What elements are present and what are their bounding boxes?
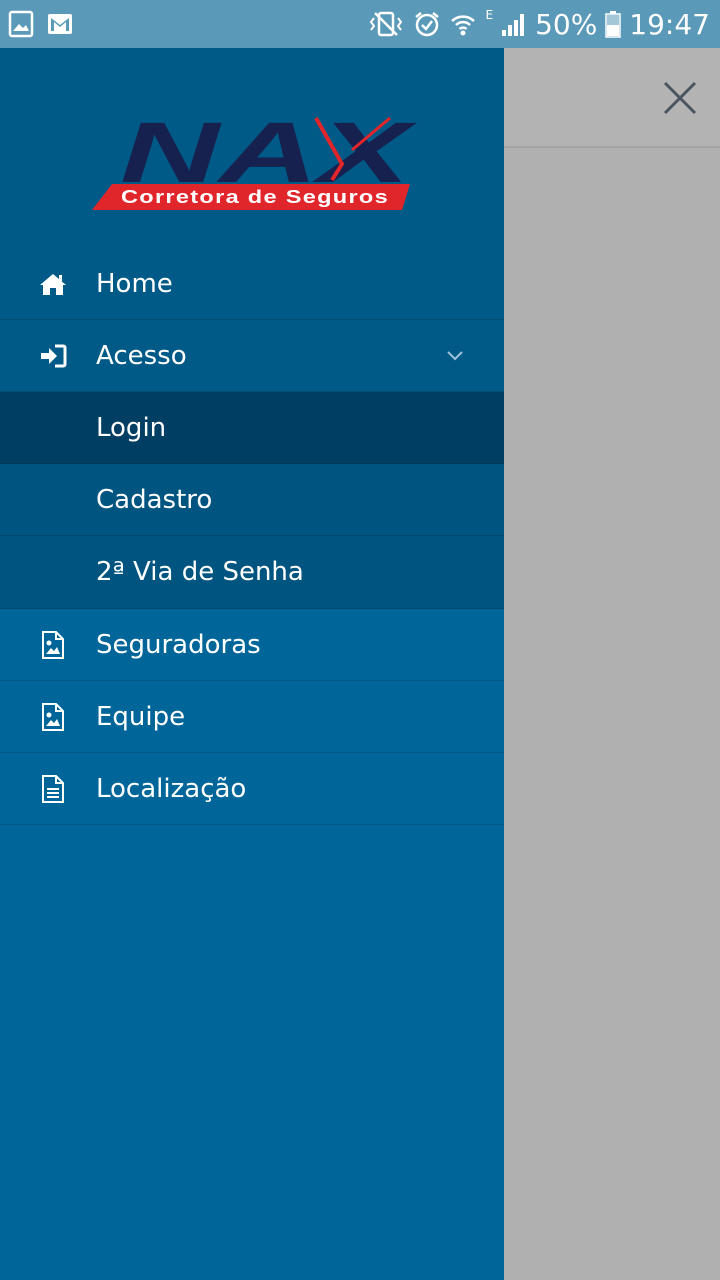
- page-overlay[interactable]: [504, 48, 720, 1280]
- wifi-icon: [449, 10, 477, 38]
- status-right: E 50% 19:47: [367, 4, 710, 44]
- submenu-item-segunda-via-senha-label: 2ª Via de Senha: [96, 557, 304, 587]
- status-bar: E 50% 19:47: [0, 0, 720, 48]
- menu-item-home-label: Home: [96, 268, 173, 299]
- submenu-item-cadastro-label: Cadastro: [96, 484, 213, 515]
- submenu-item-login[interactable]: Login: [0, 392, 504, 464]
- battery-percent: 50%: [535, 7, 598, 41]
- menu-item-equipe-label: Equipe: [96, 701, 186, 732]
- submenu-item-cadastro[interactable]: Cadastro: [0, 464, 504, 536]
- navigation-drawer: NAX Corretora de Seguros Home Acesso Log…: [0, 48, 504, 1280]
- close-menu-button[interactable]: [660, 78, 700, 118]
- gmail-icon: [46, 10, 74, 38]
- submenu-item-segunda-via-senha[interactable]: 2ª Via de Senha: [0, 536, 504, 609]
- sign-in-icon: [38, 342, 68, 370]
- menu-item-home[interactable]: Home: [0, 248, 504, 320]
- menu-item-seguradoras-label: Seguradoras: [96, 629, 261, 660]
- menu-item-localizacao[interactable]: Localização: [0, 753, 504, 825]
- image-file-icon: [38, 703, 68, 731]
- submenu-item-login-label: Login: [96, 412, 167, 443]
- chevron-down-icon[interactable]: [444, 344, 466, 366]
- nax-logo: NAX Corretora de Seguros: [90, 105, 420, 218]
- signal-icon: [501, 11, 527, 37]
- text-file-icon: [38, 775, 68, 803]
- menu-item-acesso-label: Acesso: [96, 340, 187, 371]
- menu-item-seguradoras[interactable]: Seguradoras: [0, 609, 504, 681]
- menu-item-acesso[interactable]: Acesso: [0, 320, 504, 392]
- image-notification-icon: [8, 10, 34, 38]
- vibrate-mute-icon: [367, 10, 405, 38]
- home-icon: [38, 270, 68, 298]
- battery-icon: [605, 10, 622, 38]
- page-header: [504, 48, 720, 148]
- status-left: [8, 10, 74, 38]
- clock: 19:47: [629, 7, 710, 41]
- alarm-icon: [413, 10, 441, 38]
- image-file-icon: [38, 631, 68, 659]
- menu-item-equipe[interactable]: Equipe: [0, 681, 504, 753]
- network-type-label: E: [485, 8, 494, 22]
- svg-text:Corretora de Seguros: Corretora de Seguros: [121, 187, 389, 207]
- close-icon: [663, 81, 697, 115]
- drawer-header: NAX Corretora de Seguros: [0, 48, 504, 248]
- menu-item-localizacao-label: Localização: [96, 773, 247, 804]
